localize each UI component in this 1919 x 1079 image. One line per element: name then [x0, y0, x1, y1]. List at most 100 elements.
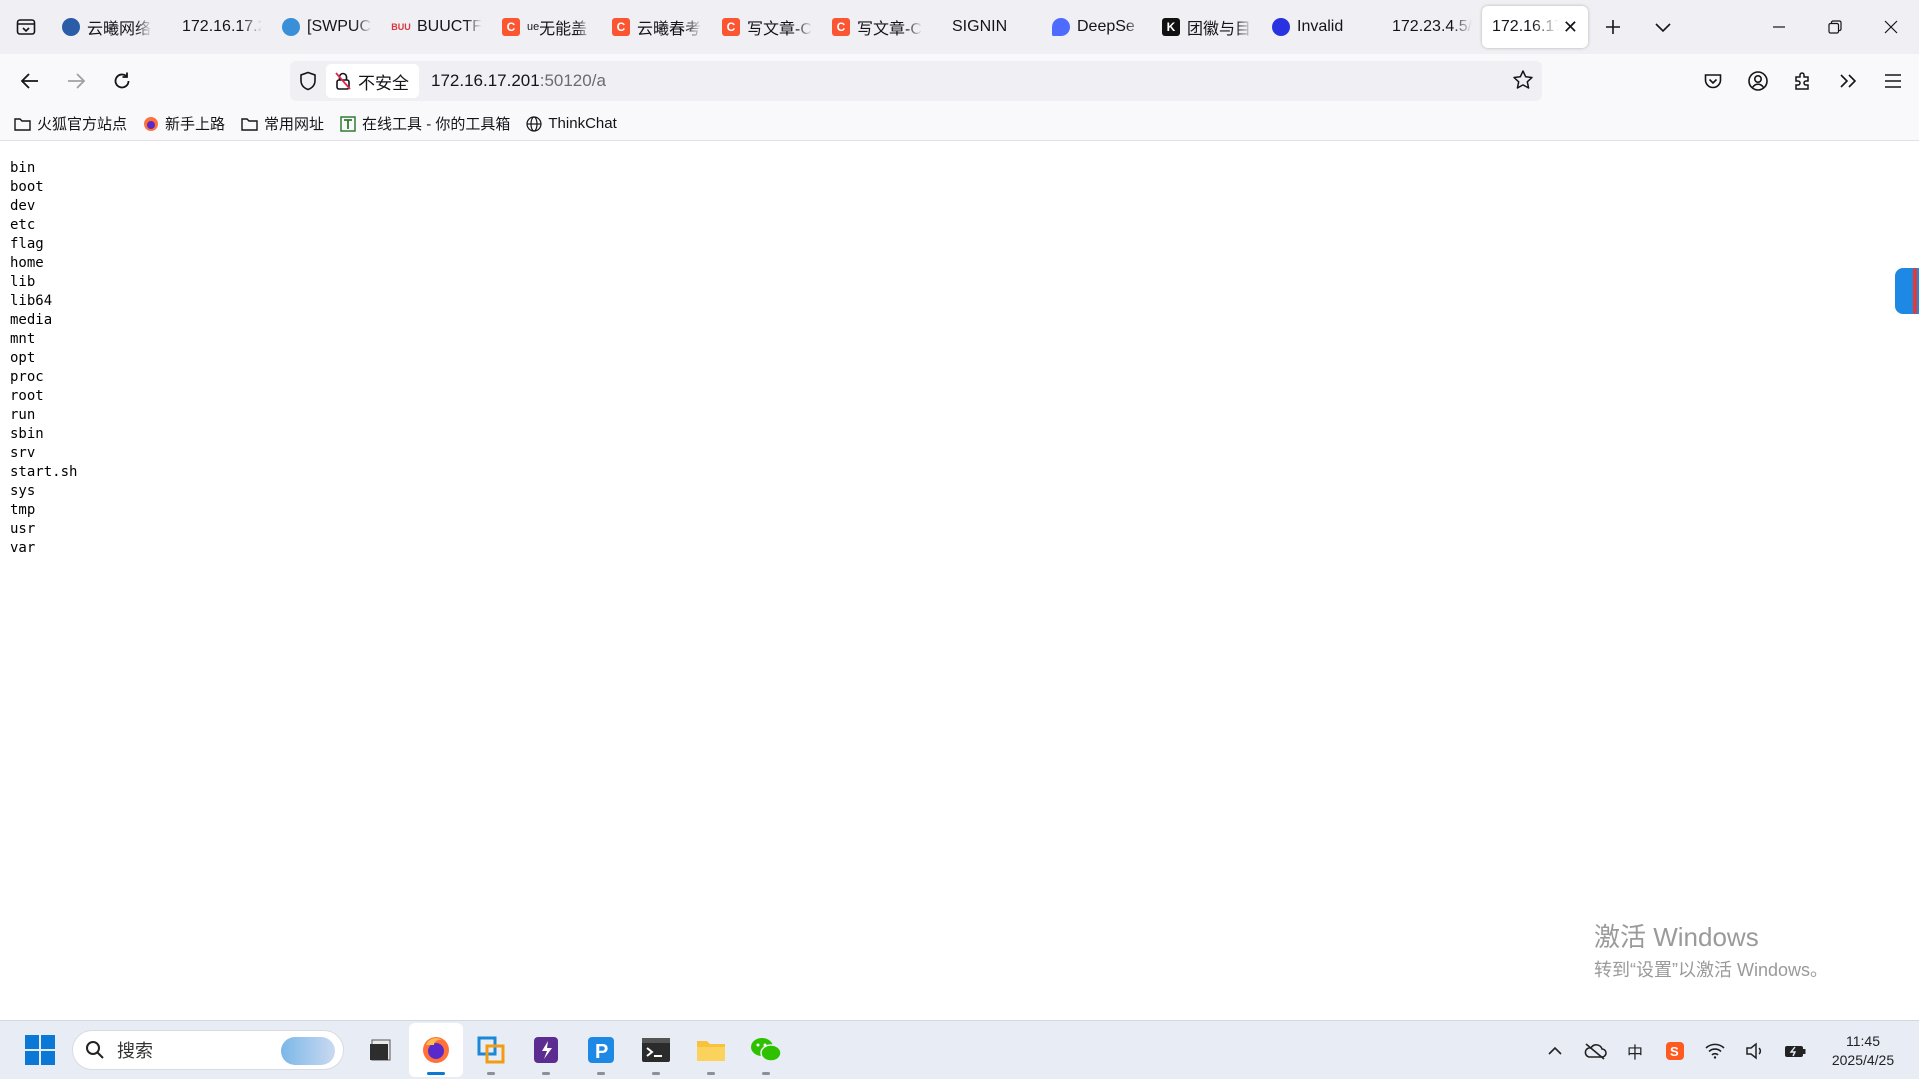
minimize-button[interactable] — [1751, 0, 1807, 54]
activate-windows-watermark: 激活 Windows 转到“设置”以激活 Windows。 — [1594, 917, 1828, 982]
list-item: mnt — [10, 331, 36, 347]
browser-tab[interactable]: DeepSe — [1042, 6, 1152, 48]
taskbar-app-wechat[interactable] — [739, 1023, 793, 1077]
wifi-icon — [1705, 1043, 1725, 1059]
input-method-button[interactable]: 中 — [1615, 1039, 1655, 1063]
list-all-tabs-button[interactable] — [0, 0, 52, 54]
sogou-icon: S — [1666, 1041, 1684, 1060]
tab-title: ᵘᵉ无能盖 — [527, 21, 588, 38]
bookmark-label: 火狐官方站点 — [37, 116, 128, 133]
volume-button[interactable] — [1735, 1041, 1775, 1060]
svg-text:P: P — [595, 1041, 608, 1063]
back-button[interactable] — [8, 61, 52, 101]
pocket-button[interactable] — [1690, 71, 1735, 91]
tab-title: 172.16.17 — [1492, 18, 1559, 35]
list-item: srv — [10, 445, 36, 461]
taskbar-app-firefox[interactable] — [409, 1023, 463, 1077]
restore-button[interactable] — [1807, 0, 1863, 54]
bookmark-item[interactable]: ThinkChat — [526, 115, 617, 132]
taskbar-app-vmware[interactable] — [464, 1023, 518, 1077]
side-floating-widget[interactable] — [1895, 268, 1919, 314]
bookmark-item[interactable]: 火狐官方站点 — [14, 113, 127, 134]
close-window-button[interactable] — [1863, 0, 1919, 54]
browser-tab-active[interactable]: 172.16.17 ✕ — [1482, 6, 1588, 48]
list-item: flag — [10, 236, 44, 252]
taskbar-app-visual-studio[interactable] — [519, 1023, 573, 1077]
extensions-button[interactable] — [1780, 71, 1825, 91]
address-bar[interactable]: 不安全 172.16.17.201:50120/a — [290, 61, 1542, 101]
taskbar-app-p[interactable]: P — [574, 1023, 628, 1077]
plus-icon — [1606, 20, 1620, 34]
system-clock[interactable]: 11:45 2025/4/25 — [1815, 1032, 1911, 1070]
taskbar-app-terminal[interactable] — [629, 1023, 683, 1077]
list-item: home — [10, 255, 44, 271]
overflow-menu-button[interactable] — [1825, 73, 1870, 89]
csdn-favicon-icon: C — [612, 18, 630, 36]
tab-title: 云曦春考 — [637, 21, 702, 38]
close-tab-icon[interactable]: ✕ — [1563, 17, 1578, 38]
browser-tab[interactable]: K 团徽与目 — [1152, 6, 1262, 48]
puzzle-icon — [1794, 71, 1809, 90]
bookmark-item[interactable]: 常用网址 — [241, 113, 324, 134]
show-hidden-icons-button[interactable] — [1535, 1046, 1575, 1056]
sogou-ime-button[interactable]: S — [1655, 1041, 1695, 1061]
url-path: :50120/a — [539, 71, 606, 90]
tab-title: [SWPUC — [307, 18, 371, 35]
connection-insecure-indicator[interactable]: 不安全 — [326, 64, 419, 98]
start-button[interactable] — [20, 1030, 60, 1070]
browser-tab[interactable]: SIGNIN — [932, 6, 1042, 48]
browser-tab[interactable]: 云曦网络 — [52, 6, 162, 48]
arrow-left-icon — [20, 72, 38, 89]
browser-tab[interactable]: 172.23.4.5/ — [1372, 6, 1482, 48]
tracking-protection-icon[interactable] — [290, 71, 326, 91]
bookmarks-toolbar: 火狐官方站点 新手上路 常用网址 在线工具 - 你的工具箱 ThinkChat — [0, 107, 1919, 141]
page-content: bin boot dev etc flag home lib lib64 media mnt opt… — [0, 141, 1919, 1020]
k-favicon-icon: K — [1162, 18, 1180, 36]
wifi-button[interactable] — [1695, 1043, 1735, 1059]
file-manager-icon — [370, 1039, 391, 1061]
double-chevron-right-icon — [1839, 73, 1856, 88]
browser-tab[interactable]: Cᵘᵉ无能盖 — [492, 6, 602, 48]
wechat-icon — [751, 1038, 782, 1062]
browser-tab[interactable]: BUU BUUCTF — [382, 6, 492, 48]
bookmark-item[interactable]: 在线工具 - 你的工具箱 — [340, 113, 510, 134]
bookmark-item[interactable]: 新手上路 — [143, 113, 225, 134]
buu-favicon-icon: BUU — [391, 22, 411, 32]
reload-button[interactable] — [100, 61, 144, 101]
bookmark-star-button[interactable] — [1512, 69, 1534, 96]
list-item: bin — [10, 160, 36, 176]
list-item: usr — [10, 521, 36, 537]
taskbar-search[interactable]: 搜索 — [72, 1030, 344, 1070]
all-tabs-dropdown[interactable] — [1638, 0, 1688, 54]
p-app-icon: P — [588, 1037, 614, 1063]
forward-button[interactable] — [54, 61, 98, 101]
onedrive-button[interactable] — [1575, 1042, 1615, 1060]
tab-title: BUUCTF — [417, 18, 482, 35]
list-item: etc — [10, 217, 36, 233]
clock-date: 2025/4/25 — [1831, 1051, 1895, 1068]
account-icon — [1747, 70, 1768, 91]
taskbar-app-file-manager[interactable] — [354, 1023, 408, 1077]
list-item: boot — [10, 179, 44, 195]
cloud-favicon-icon — [62, 18, 80, 36]
battery-charging-icon — [1785, 1045, 1806, 1057]
globe-favicon-icon — [282, 18, 300, 36]
tab-list: 云曦网络 172.16.17.2 [SWPUC BUU BUUCTF Cᵘᵉ无能盖 C 云曦春… — [52, 0, 1588, 54]
arrow-right-icon — [68, 72, 86, 89]
list-item: tmp — [10, 502, 36, 518]
browser-tab[interactable]: C 云曦春考 — [602, 6, 712, 48]
taskbar-app-explorer[interactable] — [684, 1023, 738, 1077]
account-button[interactable] — [1735, 70, 1780, 92]
new-tab-button[interactable] — [1588, 0, 1638, 54]
battery-button[interactable] — [1775, 1043, 1815, 1059]
browser-tab[interactable]: [SWPUC — [272, 6, 382, 48]
whale-favicon-icon — [1052, 18, 1070, 36]
app-menu-button[interactable] — [1870, 73, 1915, 89]
browser-tab[interactable]: C 写文章-C — [822, 6, 932, 48]
firefox-icon — [143, 116, 159, 132]
browser-tab[interactable]: Invalid — [1262, 6, 1372, 48]
search-highlight-image — [281, 1037, 335, 1065]
browser-tab[interactable]: 172.16.17.2 — [162, 6, 272, 48]
url-text[interactable]: 172.16.17.201:50120/a — [431, 71, 606, 91]
browser-tab[interactable]: C 写文章-C — [712, 6, 822, 48]
